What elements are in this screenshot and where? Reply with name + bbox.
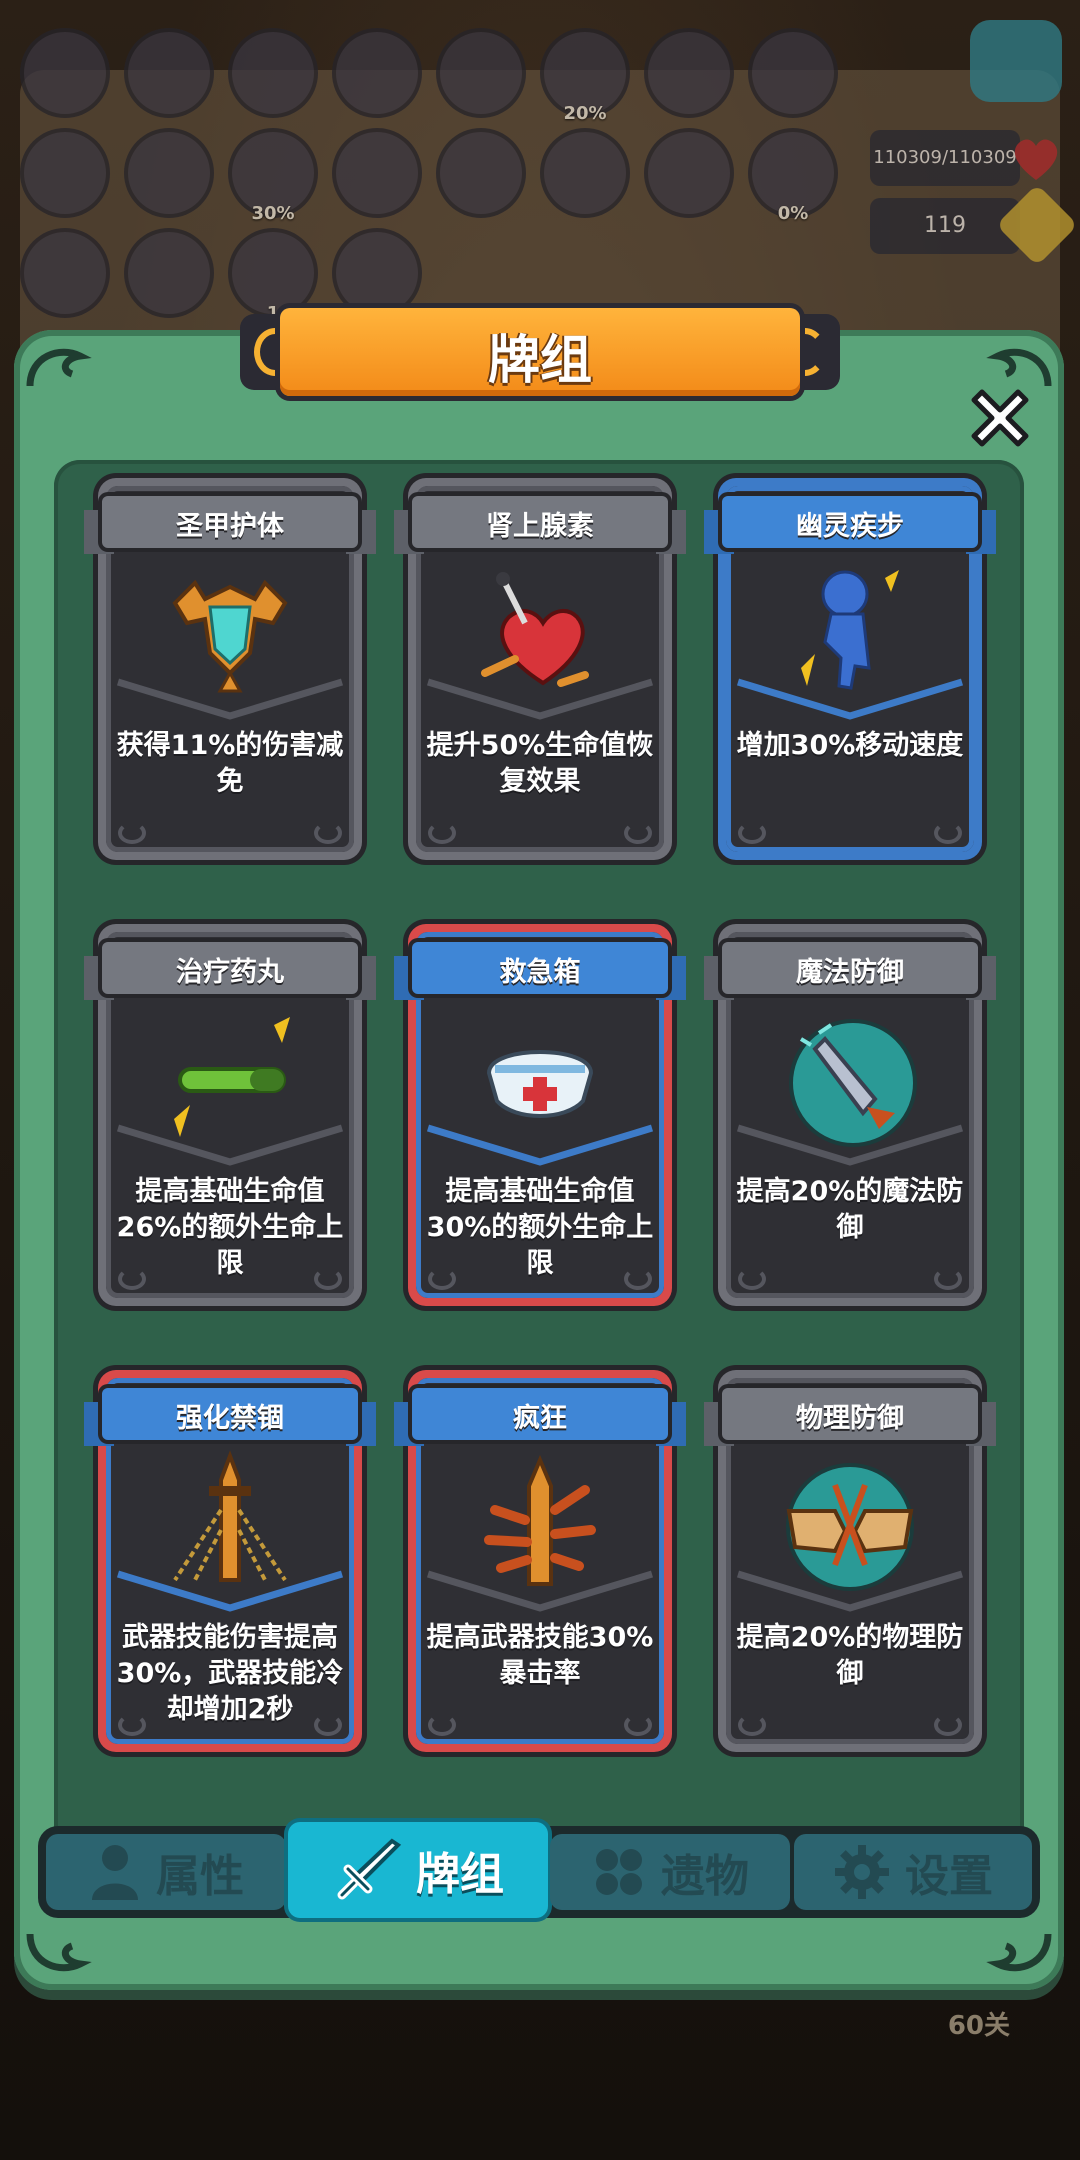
card-name: 物理防御	[796, 1403, 904, 1434]
equipment-slot	[332, 28, 422, 118]
equipment-slot	[332, 128, 422, 218]
card-name: 疯狂	[513, 1403, 567, 1434]
tab-label: 遗物	[661, 1851, 749, 1902]
card-frenzy[interactable]: 疯狂 提高武器技能30%暴击率	[394, 1370, 686, 1752]
equipment-slot	[124, 128, 214, 218]
equipment-slot	[20, 28, 110, 118]
equipment-slot	[748, 28, 838, 118]
pet-icon	[970, 20, 1062, 102]
panel-title: 牌组	[487, 331, 592, 391]
clover-icon	[596, 1849, 642, 1895]
equipment-slot	[20, 228, 110, 318]
card-name: 圣甲护体	[176, 511, 284, 542]
card-name: 救急箱	[499, 957, 581, 988]
card-divider	[736, 1570, 964, 1612]
gear-icon	[835, 1845, 889, 1899]
card-ribbon: 幽灵疾步	[704, 496, 996, 554]
card-ribbon: 魔法防御	[704, 942, 996, 1000]
equipment-slot: 20%	[540, 28, 630, 124]
equipment-slot: 0%	[748, 128, 838, 224]
card-ribbon: 救急箱	[394, 942, 686, 1000]
equipment-slot	[124, 28, 214, 118]
card-adrenaline[interactable]: 肾上腺素 提升50%生命值恢复效果	[394, 478, 686, 860]
card-description: 提升50%生命值恢复效果	[426, 730, 654, 797]
tab-settings[interactable]: 设置	[794, 1834, 1032, 1910]
card-description: 武器技能伤害提高30%，武器技能冷却增加2秒	[116, 1622, 344, 1725]
card-divider	[116, 1570, 344, 1612]
tab-label: 牌组	[416, 1849, 504, 1900]
card-first-aid[interactable]: 救急箱 提高基础生命值30%的额外生命上限	[394, 924, 686, 1306]
close-icon[interactable]	[960, 378, 1040, 458]
equipment-slot	[540, 128, 630, 218]
card-description: 提高20%的物理防御	[736, 1622, 964, 1689]
tab-attributes[interactable]: 属性	[46, 1834, 286, 1910]
card-description: 获得11%的伤害减免	[116, 730, 344, 797]
equipment-slot	[436, 28, 526, 118]
tab-deck[interactable]: 牌组	[288, 1822, 548, 1918]
card-divider	[426, 1124, 654, 1166]
equipment-row-1: 20%	[20, 28, 838, 124]
slot-badge: 0%	[777, 203, 809, 224]
tab-label: 属性	[156, 1851, 244, 1902]
equipment-slot	[436, 128, 526, 218]
card-healing-pill[interactable]: 治疗药丸 提高基础生命值26%的额外生命上限	[84, 924, 376, 1306]
card-ghost-step[interactable]: 幽灵疾步 增加30%移动速度	[704, 478, 996, 860]
card-enhanced-bind[interactable]: 强化禁锢 武器技能伤害提高30%，武器技能冷却增加2秒	[84, 1370, 376, 1752]
person-icon	[92, 1845, 138, 1900]
card-name: 肾上腺素	[486, 511, 594, 542]
card-name: 幽灵疾步	[796, 511, 904, 542]
card-physical-defense[interactable]: 物理防御 提高20%的物理防御	[704, 1370, 996, 1752]
tab-bar: 属性 牌组 遗物 设置	[38, 1822, 1040, 1918]
tab-label: 设置	[905, 1851, 993, 1902]
card-ribbon: 圣甲护体	[84, 496, 376, 554]
slot-badge: 20%	[563, 103, 607, 124]
card-armor[interactable]: 圣甲护体 获得11%的伤害减免	[84, 478, 376, 860]
equipment-slot	[124, 228, 214, 318]
slot-badge: 30%	[251, 203, 295, 224]
equipment-row-2: 30% 0%	[20, 128, 838, 224]
corner-curl-icon	[26, 1933, 92, 1972]
equipment-slot	[228, 28, 318, 118]
equipment-slot	[644, 28, 734, 118]
card-divider	[736, 678, 964, 720]
sword-icon	[337, 1838, 402, 1900]
stage-label: 60关	[947, 2011, 1010, 2041]
title-banner: 牌组	[240, 300, 840, 404]
corner-curl-icon	[26, 348, 92, 387]
card-description: 提高基础生命值26%的额外生命上限	[116, 1176, 344, 1279]
tab-relics[interactable]: 遗物	[550, 1834, 790, 1910]
card-ribbon: 强化禁锢	[84, 1388, 376, 1446]
hp-display: 110309/110309	[870, 130, 1020, 186]
equipment-slot	[644, 128, 734, 218]
card-divider	[116, 1124, 344, 1166]
card-ribbon: 肾上腺素	[394, 496, 686, 554]
coin-display: 119	[870, 198, 1020, 254]
card-divider	[116, 678, 344, 720]
equipment-slot: 30%	[228, 128, 318, 224]
card-description: 提高基础生命值30%的额外生命上限	[426, 1176, 654, 1279]
card-description: 增加30%移动速度	[736, 730, 964, 761]
card-magic-defense[interactable]: 魔法防御 提高20%的魔法防御	[704, 924, 996, 1306]
card-ribbon: 物理防御	[704, 1388, 996, 1446]
corner-curl-icon	[986, 1933, 1052, 1972]
card-divider	[426, 678, 654, 720]
card-name: 魔法防御	[796, 957, 904, 988]
equipment-slot	[20, 128, 110, 218]
card-ribbon: 疯狂	[394, 1388, 686, 1446]
card-ribbon: 治疗药丸	[84, 942, 376, 1000]
card-name: 强化禁锢	[176, 1403, 284, 1434]
card-description: 提高20%的魔法防御	[736, 1176, 964, 1243]
card-name: 治疗药丸	[176, 957, 284, 988]
heart-icon	[1014, 139, 1058, 180]
card-divider	[736, 1124, 964, 1166]
card-divider	[426, 1570, 654, 1612]
card-description: 提高武器技能30%暴击率	[426, 1622, 654, 1689]
